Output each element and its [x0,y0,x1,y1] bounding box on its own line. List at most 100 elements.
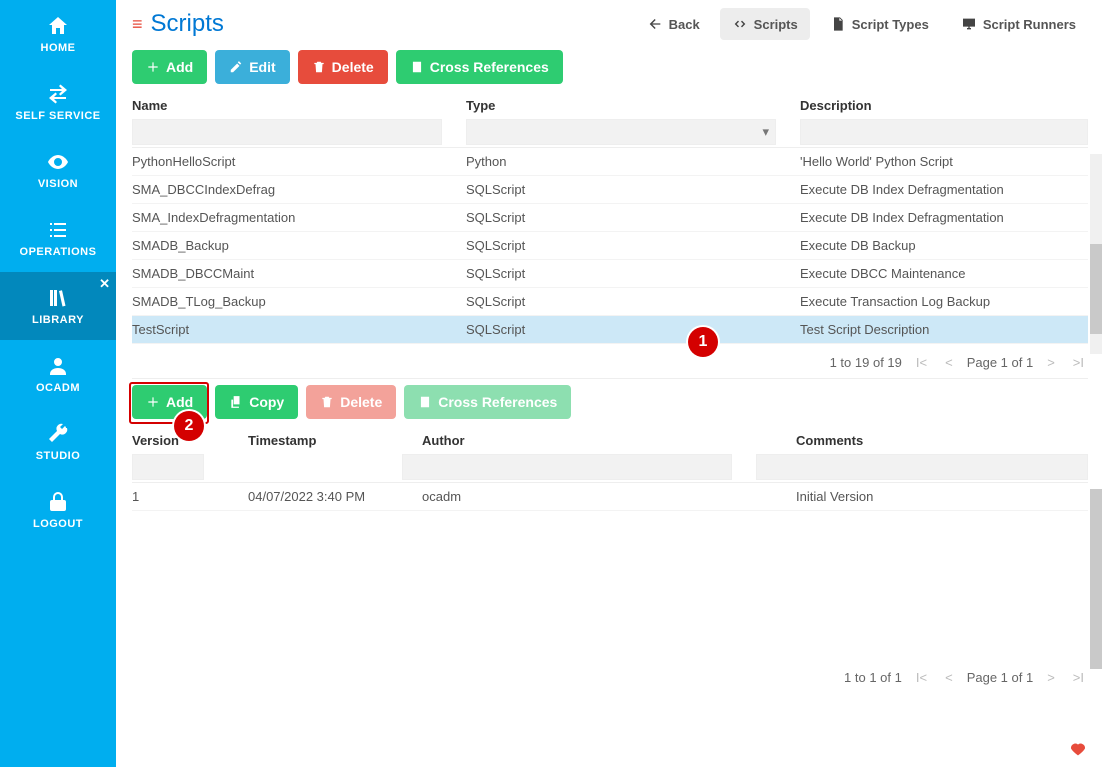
cell-comments: Initial Version [796,489,1088,504]
pagination-range: 1 to 1 of 1 [844,670,902,685]
col-header-desc[interactable]: Description [800,98,1088,113]
scripts-toolbar: Add Edit Delete Cross References [132,50,1088,84]
sidebar-label: VISION [38,178,78,190]
crossref-button[interactable]: Cross References [396,50,563,84]
callout-2: 2 [174,411,204,441]
copy-icon [229,395,243,409]
cell-version: 1 [132,489,224,504]
col-header-name[interactable]: Name [132,98,442,113]
scripts-grid: Name Type Description ▾ PythonHelloScrip… [132,94,1088,347]
page-prev-icon[interactable]: < [941,670,957,685]
cell-desc: 'Hello World' Python Script [800,154,1088,169]
nav-label: Script Types [852,17,929,32]
col-header-type[interactable]: Type [466,98,776,113]
versions-copy-button[interactable]: Copy [215,385,298,419]
cell-type: SQLScript [466,238,776,253]
sidebar-label: HOME [41,42,76,54]
cell-name: SMADB_DBCCMaint [132,266,442,281]
sidebar-label: OPERATIONS [20,246,97,258]
add-button[interactable]: Add [132,50,207,84]
hamburger-icon[interactable]: ≡ [132,14,143,35]
table-row[interactable]: SMADB_TLog_Backup SQLScript Execute Transa… [132,288,1088,316]
cell-type: SQLScript [466,294,776,309]
page-title: Scripts [151,10,224,38]
sidebar-item-ocadm[interactable]: OCADM [0,340,116,408]
pencil-icon [229,60,243,74]
sidebar-item-logout[interactable]: LOGOUT [0,476,116,544]
table-row[interactable]: SMADB_DBCCMaintSQLScriptExecute DBCC Mai… [132,260,1088,288]
btn-label: Add [166,59,193,75]
monitor-icon [961,16,977,32]
sidebar-item-studio[interactable]: STUDIO [0,408,116,476]
books-icon [46,286,70,310]
versions-scrollbar-thumb[interactable] [1090,489,1102,669]
eye-icon [46,150,70,174]
header-row: ≡ Scripts Back Scripts Script Types Scri… [132,8,1088,40]
nav-label: Scripts [754,17,798,32]
nav-scripts[interactable]: Scripts [720,8,810,40]
nav-script-types[interactable]: Script Types [818,8,941,40]
cell-type: SQLScript [466,266,776,281]
sidebar-item-operations[interactable]: OPERATIONS [0,204,116,272]
table-row[interactable]: TestScriptSQLScriptTest Script Descripti… [132,316,1088,344]
versions-delete-button[interactable]: Delete [306,385,396,419]
cell-desc: Execute Transaction Log Backup [800,294,1088,309]
btn-label: Delete [332,59,374,75]
cell-name: PythonHelloScript [132,154,442,169]
filter-version-input[interactable] [132,454,204,480]
table-row[interactable]: PythonHelloScriptPython'Hello World' Pyt… [132,148,1088,176]
nav-label: Back [669,17,700,32]
filter-comments-input[interactable] [756,454,1088,480]
cell-name: SMADB_TLog_Backup [132,294,442,309]
wrench-icon [46,422,70,446]
col-header-timestamp[interactable]: Timestamp [248,433,398,448]
delete-button[interactable]: Delete [298,50,388,84]
cell-type: SQLScript [466,210,776,225]
sidebar-item-vision[interactable]: VISION [0,136,116,204]
document-icon [830,16,846,32]
filter-name-input[interactable] [132,119,442,145]
page-last-icon[interactable]: >I [1069,355,1088,370]
trash-icon [320,395,334,409]
lock-icon [46,490,70,514]
filter-author-input[interactable] [402,454,732,480]
sidebar-label: STUDIO [36,450,81,462]
home-icon [46,14,70,38]
btn-label: Edit [249,59,275,75]
grid-scrollbar-thumb[interactable] [1090,244,1102,334]
page-first-icon[interactable]: I< [912,355,931,370]
sidebar-item-library[interactable]: ✕ LIBRARY [0,272,116,340]
col-header-comments[interactable]: Comments [796,433,1088,448]
table-row[interactable]: SMA_DBCCIndexDefragSQLScriptExecute DB I… [132,176,1088,204]
table-row[interactable]: SMA_IndexDefragmentationSQLScriptExecute… [132,204,1088,232]
page-prev-icon[interactable]: < [941,355,957,370]
table-row[interactable]: SMADB_Backup SQLScript Execute DB Backup [132,232,1088,260]
nav-back[interactable]: Back [635,8,712,40]
filter-type-select[interactable]: ▾ [466,119,776,145]
top-nav: Back Scripts Script Types Script Runners [635,8,1088,40]
page-last-icon[interactable]: >I [1069,670,1088,685]
filter-desc-input[interactable] [800,119,1088,145]
col-header-author[interactable]: Author [422,433,772,448]
cell-name: SMADB_Backup [132,238,442,253]
table-row[interactable]: TestScript1TestType1Test Script for Test… [132,344,1088,347]
sidebar-item-self-service[interactable]: SELF SERVICE [0,68,116,136]
close-icon[interactable]: ✕ [99,276,110,292]
sidebar-item-home[interactable]: HOME [0,0,116,68]
page-first-icon[interactable]: I< [912,670,931,685]
pagination-page: Page 1 of 1 [967,355,1034,370]
sidebar-label: LOGOUT [33,518,83,530]
edit-button[interactable]: Edit [215,50,289,84]
page-next-icon[interactable]: > [1043,670,1059,685]
nav-script-runners[interactable]: Script Runners [949,8,1088,40]
book-icon [418,395,432,409]
versions-crossref-button[interactable]: Cross References [404,385,571,419]
sidebar-label: SELF SERVICE [15,110,100,122]
cell-name: SMA_IndexDefragmentation [132,210,442,225]
btn-label: Delete [340,394,382,410]
nav-label: Script Runners [983,17,1076,32]
heartbeat-icon[interactable] [1068,741,1088,757]
cell-desc: Execute DB Backup [800,238,1088,253]
page-next-icon[interactable]: > [1043,355,1059,370]
table-row[interactable]: 104/07/2022 3:40 PMocadmInitial Version [132,483,1088,511]
